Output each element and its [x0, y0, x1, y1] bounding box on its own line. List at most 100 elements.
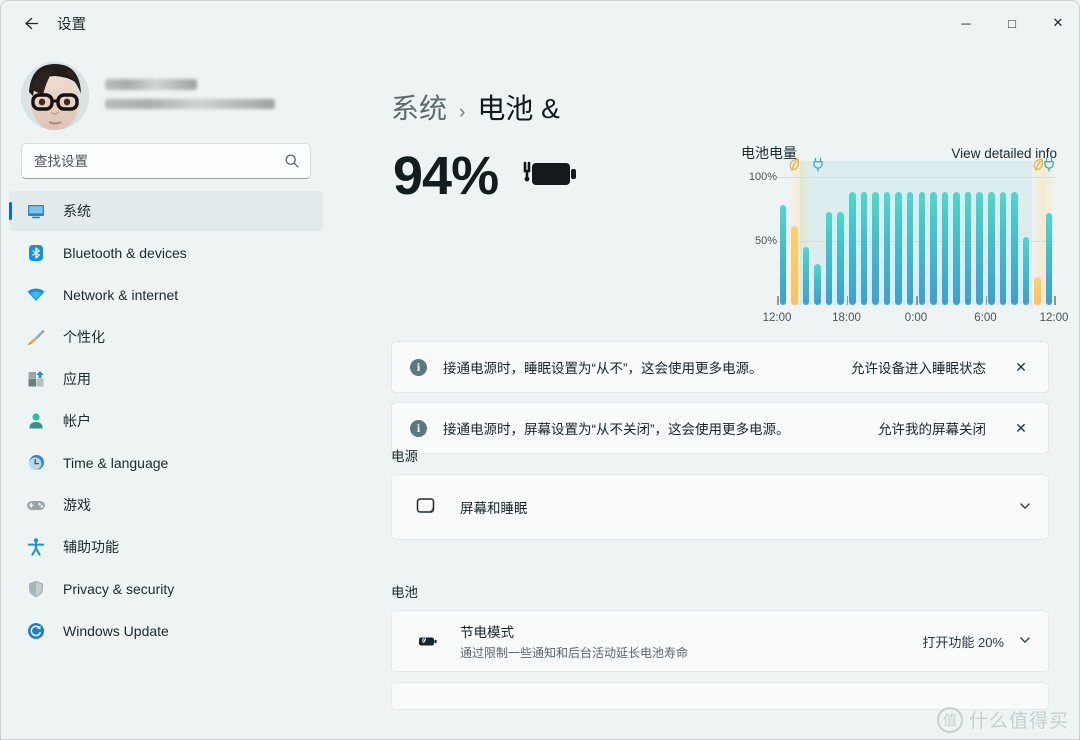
- main-content: 系统 › 电池 & 94% 电池电量 View detailed info 10…: [331, 45, 1079, 739]
- wifi-icon: [25, 284, 47, 306]
- breadcrumb: 系统 › 电池 &: [391, 87, 1079, 127]
- page-title: 电池 &: [477, 93, 560, 124]
- chart-x-tick: [1054, 296, 1056, 305]
- chart-bar: [779, 205, 787, 305]
- sidebar-item-personalization[interactable]: 个性化: [9, 317, 323, 357]
- row-body: 节电模式 通过限制一些通知和后台活动延长电池寿命: [460, 621, 922, 661]
- update-icon: [25, 620, 47, 642]
- chart-x-axis-label: 6:00: [974, 312, 997, 324]
- chart-bar: [849, 192, 856, 305]
- sidebar-item-label: Bluetooth & devices: [63, 245, 187, 261]
- row-body: 屏幕和睡眠: [460, 497, 1018, 517]
- chart-y-axis-label: 100%: [748, 171, 777, 183]
- chart-x-tick: [846, 296, 848, 305]
- chart-bar: [964, 192, 972, 305]
- shield-icon: [25, 578, 47, 600]
- sidebar: 系统 Bluetooth & devices: [1, 45, 331, 739]
- row-battery-saver[interactable]: 节电模式 通过限制一些通知和后台活动延长电池寿命 打开功能 20%: [391, 610, 1049, 672]
- chart-x-axis-label: 12:00: [1039, 312, 1069, 324]
- sidebar-item-accessibility[interactable]: 辅助功能: [9, 527, 323, 567]
- section-battery: 电池 节电模式 通过限制一些通知和后台活动延长电池寿命 打开功能 20%: [391, 581, 1049, 710]
- account-icon: [25, 410, 47, 432]
- search-input[interactable]: [34, 153, 284, 169]
- row-title: 屏幕和睡眠: [460, 501, 528, 516]
- section-title: 电源: [391, 449, 418, 464]
- row-screen-and-sleep[interactable]: 屏幕和睡眠: [391, 474, 1049, 540]
- sidebar-item-label: 应用: [63, 371, 91, 387]
- row-subtitle: 通过限制一些通知和后台活动延长电池寿命: [460, 646, 689, 660]
- bluetooth-icon: [25, 242, 47, 264]
- breadcrumb-separator: ›: [459, 102, 466, 123]
- sidebar-item-privacy-security[interactable]: Privacy & security: [9, 569, 323, 609]
- chart-x-axis-label: 0:00: [904, 312, 928, 324]
- sidebar-item-label: 辅助功能: [63, 539, 119, 555]
- sidebar-item-time-language[interactable]: Time & language: [9, 443, 323, 483]
- gamepad-icon: [25, 494, 47, 516]
- chart-x-tick: [985, 296, 987, 305]
- sidebar-item-label: 帐户: [63, 413, 91, 429]
- banner-text: 接通电源时，睡眠设置为“从不”，这会使用更多电源。: [443, 361, 763, 376]
- sidebar-item-apps[interactable]: 应用: [9, 359, 323, 399]
- account-header[interactable]: [1, 45, 331, 131]
- sidebar-item-gaming[interactable]: 游戏: [9, 485, 323, 525]
- info-icon: i: [410, 419, 427, 437]
- sidebar-item-label: 游戏: [63, 497, 91, 513]
- chart-bar: [837, 211, 844, 305]
- account-identity: [105, 75, 275, 118]
- accessibility-icon: [25, 536, 47, 558]
- section-title: 电池: [391, 585, 418, 600]
- chart-bar: [1011, 192, 1018, 305]
- chevron-down-icon[interactable]: [1018, 633, 1032, 650]
- search-box[interactable]: [21, 143, 311, 179]
- banner-close-button[interactable]: ✕: [1008, 415, 1034, 441]
- chart-bar: [976, 192, 983, 305]
- chart-bar: [895, 192, 902, 305]
- row-partial-next[interactable]: [391, 682, 1049, 710]
- back-arrow-icon: [24, 17, 38, 29]
- close-button[interactable]: ✕: [1035, 1, 1079, 45]
- sidebar-item-system[interactable]: 系统: [9, 191, 323, 231]
- sidebar-item-accounts[interactable]: 帐户: [9, 401, 323, 441]
- minimize-button[interactable]: ─: [943, 1, 989, 45]
- chart-header: 电池电量 View detailed info: [729, 143, 1059, 163]
- banner-action-link[interactable]: 允许我的屏幕关闭: [878, 418, 986, 438]
- chart-bar: [930, 192, 937, 305]
- chart-bar: [883, 192, 891, 305]
- chevron-down-icon[interactable]: [1018, 499, 1032, 516]
- chart-bar: [825, 211, 833, 305]
- battery-percentage: 94%: [393, 146, 499, 206]
- chart-x-axis-label: 12:00: [762, 312, 792, 324]
- sidebar-item-network-internet[interactable]: Network & internet: [9, 275, 323, 315]
- watermark-text: 什么值得买: [968, 711, 1069, 732]
- account-email-redacted: [105, 98, 275, 109]
- chart-bar: [1045, 212, 1053, 305]
- back-button[interactable]: [13, 6, 47, 40]
- chart-plot: 100% 50% 12:00 18:00 0:00 6:00 12:00: [729, 157, 1068, 327]
- sidebar-item-label: Network & internet: [63, 287, 179, 303]
- sidebar-nav: 系统 Bluetooth & devices Network & interne…: [1, 191, 331, 651]
- breadcrumb-parent[interactable]: 系统: [391, 87, 447, 127]
- sidebar-item-windows-update[interactable]: Windows Update: [9, 611, 323, 651]
- banner-action-link[interactable]: 允许设备进入睡眠状态: [851, 357, 986, 377]
- chart-bar: [906, 192, 914, 305]
- banner-close-button[interactable]: ✕: [1008, 354, 1034, 380]
- row-value: 打开功能 20%: [922, 634, 1004, 650]
- search-icon: [285, 154, 299, 168]
- watermark: 值 什么值得买: [936, 706, 1069, 733]
- sidebar-item-label: Privacy & security: [63, 581, 175, 597]
- row-title: 节电模式: [460, 625, 514, 640]
- chart-bar: [918, 192, 926, 305]
- settings-window: 设置 ─ □ ✕ 查找设置 系统 Bluetooth & devices Net…: [0, 0, 1080, 740]
- sidebar-item-bluetooth-devices[interactable]: Bluetooth & devices: [9, 233, 323, 273]
- chart-x-tick: [777, 296, 779, 305]
- chart-bar: [802, 247, 810, 305]
- sidebar-item-label: Windows Update: [63, 623, 169, 639]
- sidebar-item-label: Time & language: [63, 455, 169, 471]
- plug-icon: [1043, 157, 1056, 177]
- battery-saver-icon: [414, 629, 440, 653]
- info-icon: i: [410, 358, 427, 376]
- window-controls: ─ □ ✕: [943, 1, 1079, 45]
- monitor-icon: [25, 200, 47, 222]
- chart-bar: [1034, 276, 1041, 305]
- maximize-button[interactable]: □: [989, 1, 1035, 45]
